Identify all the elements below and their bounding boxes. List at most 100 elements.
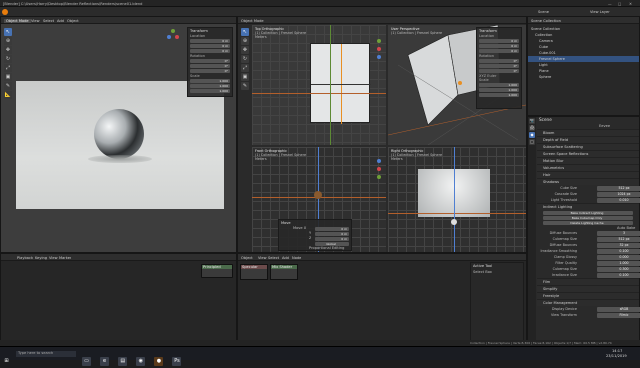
annotate-tool-icon[interactable]: ✎ xyxy=(241,82,249,90)
properties-section[interactable]: Bloom xyxy=(537,129,639,136)
bake-cubemap-button[interactable]: Bake Cubemap Only xyxy=(543,216,633,220)
cursor-tool-icon[interactable]: ⊕ xyxy=(4,37,12,45)
rotation-y-field[interactable]: 0° xyxy=(190,64,230,68)
property-value[interactable]: 512 px xyxy=(597,236,640,242)
scale-x-field[interactable]: 1.000 xyxy=(479,83,519,87)
scene-selector[interactable]: Scene xyxy=(538,10,549,14)
explorer-icon[interactable]: ▤ xyxy=(118,357,128,366)
properties-section[interactable]: Hair xyxy=(537,171,639,178)
properties-section[interactable]: Freestyle xyxy=(537,292,639,299)
property-value[interactable]: 3 xyxy=(597,230,640,236)
properties-section[interactable]: Shadows xyxy=(537,178,639,185)
view-menu[interactable]: View xyxy=(31,19,40,23)
view-menu[interactable]: View xyxy=(258,256,267,260)
taskbar-search[interactable]: Type here to search xyxy=(16,351,76,357)
node-editor[interactable]: Object View Select Add Node Specular Mix… xyxy=(237,253,527,346)
cursor-tool-icon[interactable]: ⊕ xyxy=(241,37,249,45)
node-mix[interactable]: Mix Shader xyxy=(270,264,298,280)
indirect-lighting-section[interactable]: Indirect Lighting xyxy=(537,203,639,210)
property-value[interactable]: Filmic xyxy=(597,312,640,318)
select-menu[interactable]: Select xyxy=(268,256,279,260)
windows-start-icon[interactable]: ⊞ xyxy=(2,357,11,366)
add-menu[interactable]: Add xyxy=(282,256,289,260)
property-value[interactable]: 512 px xyxy=(597,185,640,191)
scale-tool-icon[interactable]: ⤢ xyxy=(241,64,249,72)
rotation-x-field[interactable]: 0° xyxy=(479,59,519,63)
move-tool-icon[interactable]: ✥ xyxy=(4,46,12,54)
rotation-z-field[interactable]: 0° xyxy=(479,69,519,73)
property-value[interactable]: 0.300 xyxy=(597,266,640,272)
output-tab-icon[interactable]: 🖨 xyxy=(529,125,535,131)
node-principled[interactable]: Principled xyxy=(201,264,233,278)
transform-tool-icon[interactable]: ▣ xyxy=(241,73,249,81)
scene-tab-icon[interactable]: ◆ xyxy=(529,132,535,138)
keying-menu[interactable]: Keying xyxy=(35,256,47,260)
annotate-tool-icon[interactable]: ✎ xyxy=(4,82,12,90)
blender-logo-icon[interactable] xyxy=(2,8,8,15)
proportional-checkbox[interactable]: Proportional Editing xyxy=(279,246,351,250)
node-menu[interactable]: Node xyxy=(292,256,301,260)
top-ortho-view[interactable]: Top Orthographic (1) Collection | Fresne… xyxy=(252,25,386,145)
scale-x-field[interactable]: 1.000 xyxy=(190,79,230,83)
delete-cache-button[interactable]: Delete Lighting Cache xyxy=(543,221,633,225)
minimize-button[interactable]: — xyxy=(608,2,612,6)
properties-section[interactable]: Volumetrics xyxy=(537,164,639,171)
location-z-field[interactable]: 0 m xyxy=(190,49,230,53)
location-x-field[interactable]: 0 m xyxy=(479,39,519,43)
playback-menu[interactable]: Playback xyxy=(17,256,33,260)
measure-tool-icon[interactable]: 📐 xyxy=(4,91,12,99)
photoshop-icon[interactable]: Ps xyxy=(172,357,182,366)
select-tool-icon[interactable]: ↖ xyxy=(4,28,12,36)
property-value[interactable]: 1.000 xyxy=(597,260,640,266)
orientation-select[interactable]: Global xyxy=(315,242,349,246)
rotate-tool-icon[interactable]: ↻ xyxy=(4,55,12,63)
timeline-editor[interactable]: Playback Keying View Marker Principled xyxy=(0,253,237,346)
node-specular[interactable]: Specular xyxy=(240,264,268,280)
quad-view[interactable]: Object Mode ↖ ⊕ ✥ ↻ ⤢ ▣ ✎ Top Orthograph… xyxy=(237,16,527,253)
view-menu[interactable]: View xyxy=(49,256,58,260)
scale-y-field[interactable]: 1.000 xyxy=(479,88,519,92)
outliner-item[interactable]: Sphere xyxy=(528,74,639,80)
property-value[interactable]: 0.100 xyxy=(597,248,640,254)
task-view-icon[interactable]: ▭ xyxy=(82,357,91,366)
nav-gizmo[interactable] xyxy=(167,29,179,41)
add-menu[interactable]: Add xyxy=(57,19,64,23)
properties-section[interactable]: Screen Space Reflections xyxy=(537,150,639,157)
transform-tool-icon[interactable]: ▣ xyxy=(4,73,12,81)
property-value[interactable]: 0.100 xyxy=(597,272,640,278)
maximize-button[interactable]: □ xyxy=(618,2,621,6)
location-z-field[interactable]: 0 m xyxy=(479,49,519,53)
property-value[interactable]: sRGB xyxy=(597,306,640,312)
object-menu[interactable]: Object xyxy=(241,256,253,260)
render-viewport[interactable]: Object Mode View Select Add Object ↖ ⊕ ✥… xyxy=(0,16,237,253)
quad-mode[interactable]: Object Mode xyxy=(241,19,264,23)
properties-section[interactable]: Motion Blur xyxy=(537,157,639,164)
select-menu[interactable]: Select xyxy=(43,19,54,23)
close-button[interactable]: ✕ xyxy=(629,2,632,6)
marker-menu[interactable]: Marker xyxy=(59,256,71,260)
properties-section[interactable]: Simplify xyxy=(537,285,639,292)
property-value[interactable]: 0.010 xyxy=(597,197,640,203)
world-tab-icon[interactable]: ◯ xyxy=(529,139,535,145)
bake-indirect-button[interactable]: Bake Indirect Lighting xyxy=(543,211,633,215)
properties-section[interactable]: Color Management xyxy=(537,299,639,306)
rotation-x-field[interactable]: 0° xyxy=(190,59,230,63)
location-y-field[interactable]: 0 m xyxy=(479,44,519,48)
right-ortho-view[interactable]: Right Orthographic (1) Collection | Fres… xyxy=(388,147,526,252)
scale-y-field[interactable]: 1.000 xyxy=(190,84,230,88)
select-box-tool[interactable]: Select Box xyxy=(471,269,523,275)
select-tool-icon[interactable]: ↖ xyxy=(241,28,249,36)
property-value[interactable]: 1024 px xyxy=(597,191,640,197)
view-layer-selector[interactable]: View Layer xyxy=(590,10,610,14)
location-y-field[interactable]: 0 m xyxy=(190,44,230,48)
edge-icon[interactable]: e xyxy=(100,357,110,366)
rotate-tool-icon[interactable]: ↻ xyxy=(241,55,249,63)
mode-selector[interactable]: Object Mode xyxy=(4,18,31,23)
properties-section[interactable]: Depth of Field xyxy=(537,136,639,143)
object-menu[interactable]: Object xyxy=(67,19,79,23)
scale-tool-icon[interactable]: ⤢ xyxy=(4,64,12,72)
move-tool-icon[interactable]: ✥ xyxy=(241,46,249,54)
chrome-icon[interactable]: ◉ xyxy=(136,357,146,366)
rotation-z-field[interactable]: 0° xyxy=(190,69,230,73)
properties-section[interactable]: Film xyxy=(537,278,639,285)
